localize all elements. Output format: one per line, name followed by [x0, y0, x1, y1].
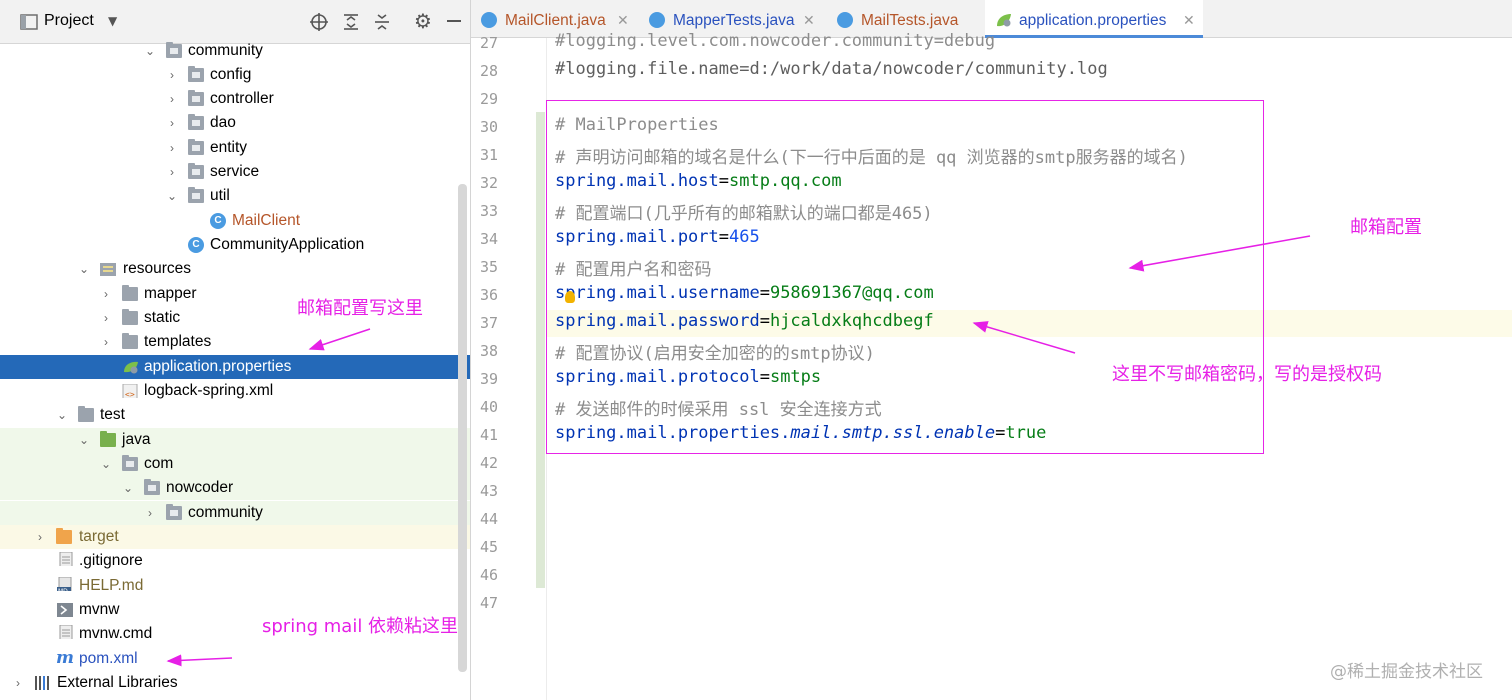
- arrow-to-application-properties: [308, 328, 371, 351]
- annotation-arrows: [166, 235, 1311, 667]
- watermark: @稀土掘金技术社区: [1330, 662, 1483, 682]
- arrow-to-mail-config: [1128, 235, 1311, 272]
- arrow-to-password: [972, 321, 1076, 354]
- arrow-to-pom-xml: [166, 654, 233, 667]
